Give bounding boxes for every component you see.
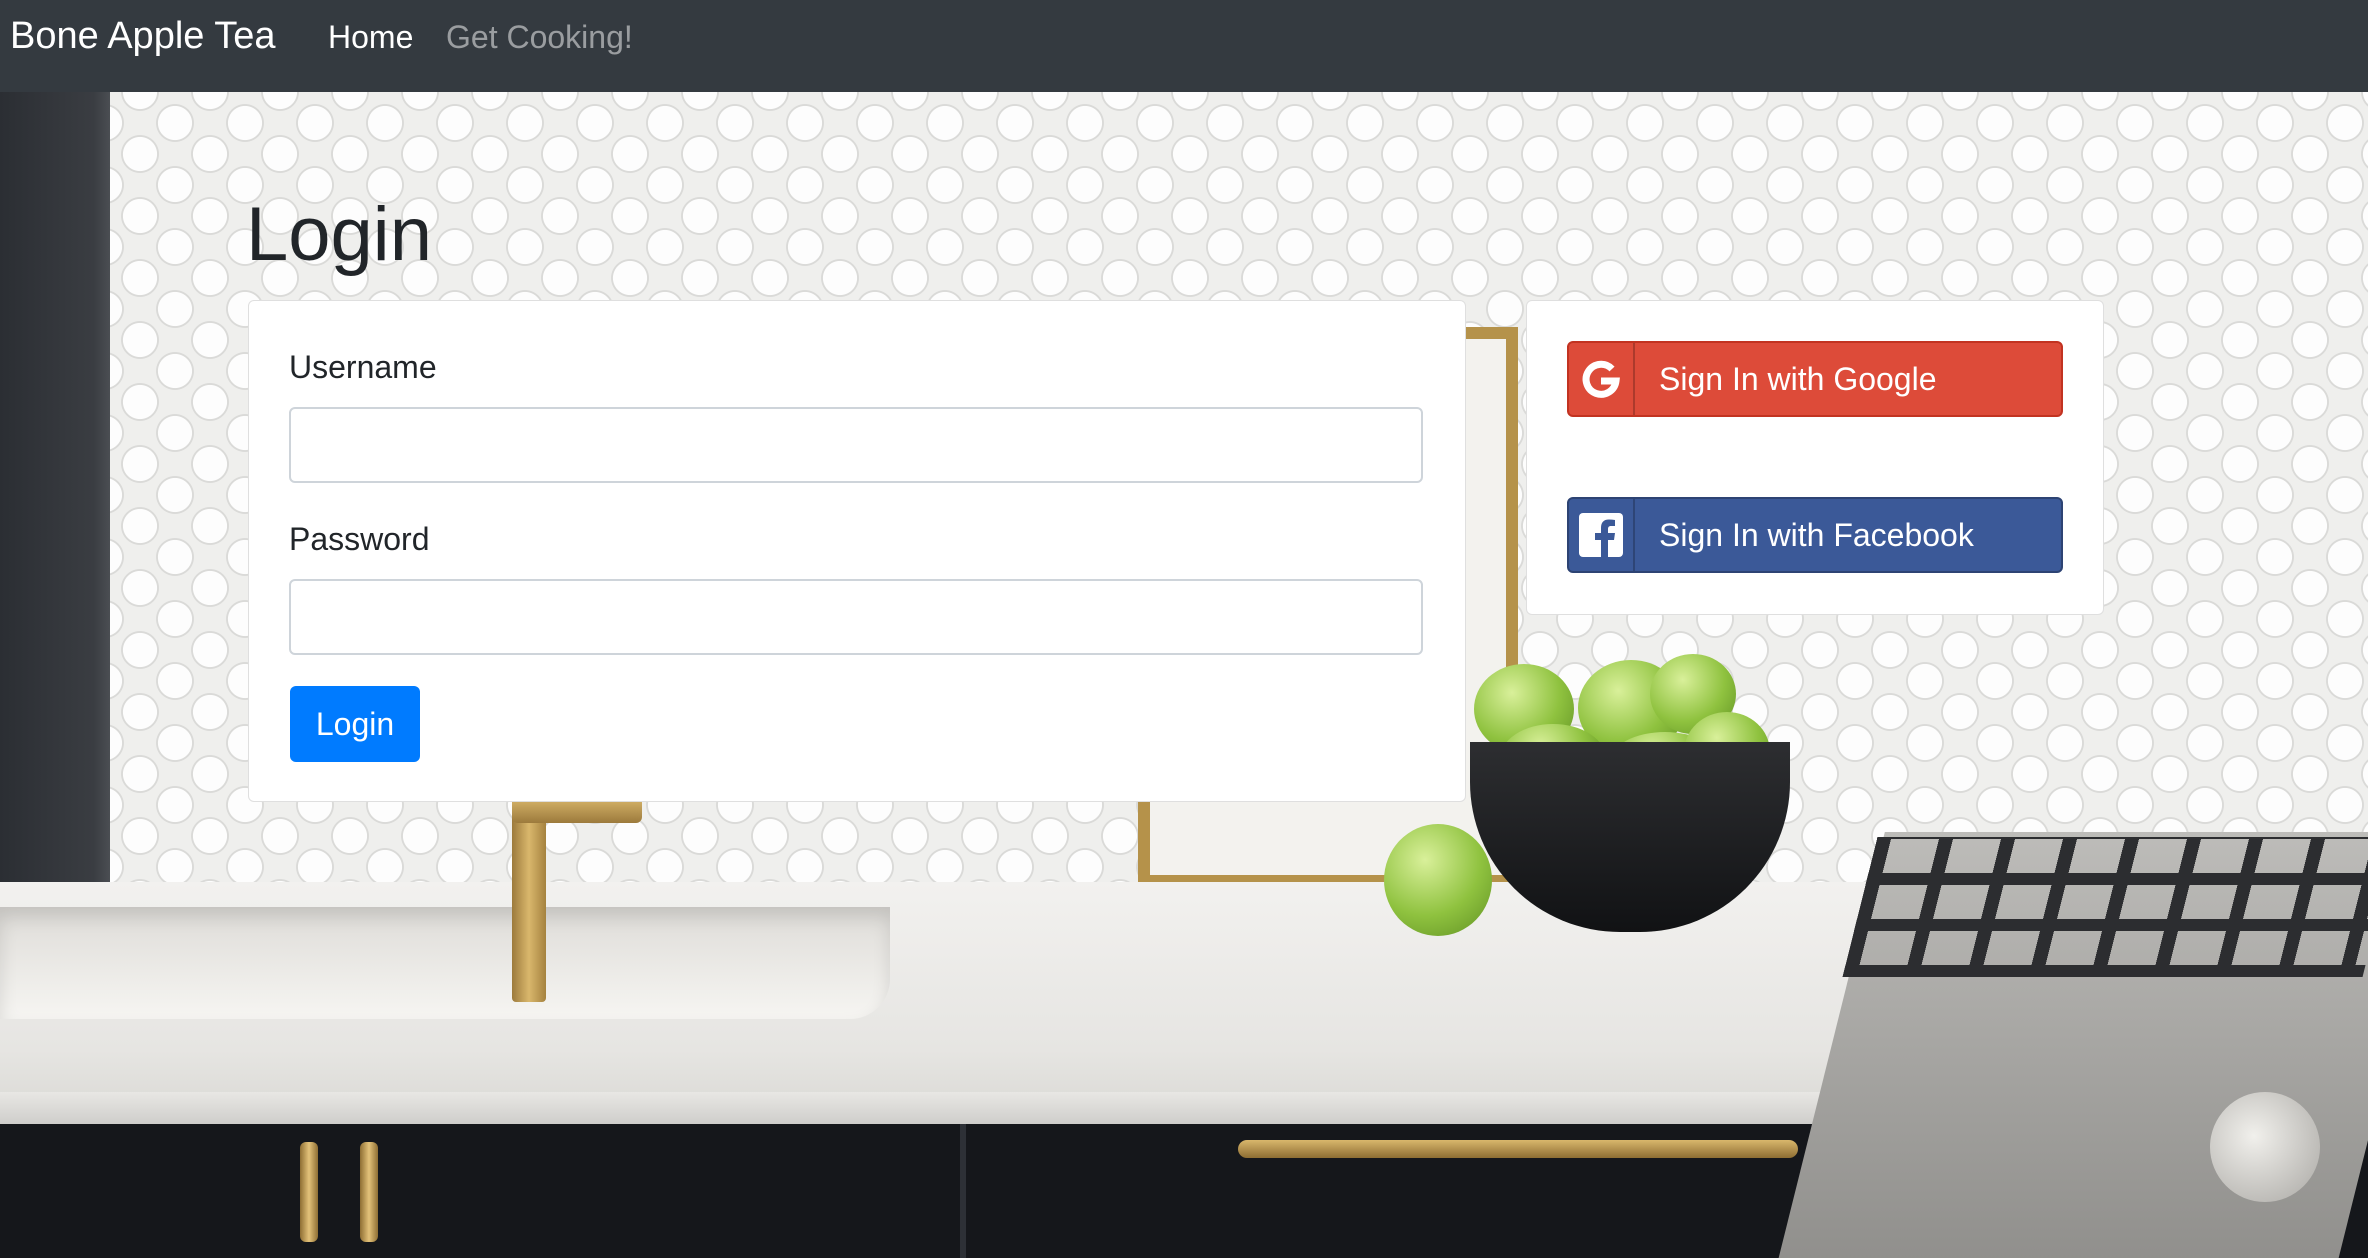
sink-basin: [0, 907, 890, 1019]
google-signin-label: Sign In with Google: [1659, 361, 1937, 397]
brand-link[interactable]: Bone Apple Tea: [10, 14, 276, 58]
cabinet-divider: [960, 1124, 966, 1258]
social-signin-card: Sign In with Google Sign In with Faceboo…: [1526, 300, 2104, 615]
apple: [1384, 824, 1492, 936]
username-input[interactable]: [289, 407, 1423, 483]
dark-cabinet-side: [0, 92, 110, 922]
facebook-f-icon: [1569, 499, 1635, 571]
login-button[interactable]: Login: [290, 686, 420, 762]
drawer-handle: [1238, 1140, 1798, 1158]
top-navbar: Bone Apple Tea Home Get Cooking!: [0, 0, 2368, 92]
facebook-signin-button[interactable]: Sign In with Facebook: [1567, 497, 2063, 573]
stove-grate: [1842, 837, 2368, 977]
login-form-card: Username Password Login: [248, 300, 1466, 802]
nav-link-home[interactable]: Home: [328, 17, 413, 57]
cabinet-handle-left: [300, 1142, 318, 1242]
google-signin-button[interactable]: Sign In with Google: [1567, 341, 2063, 417]
password-input[interactable]: [289, 579, 1423, 655]
facebook-signin-label: Sign In with Facebook: [1659, 517, 1974, 553]
faucet: [512, 792, 546, 1002]
password-label: Password: [289, 521, 430, 557]
cabinet-handle-right: [360, 1142, 378, 1242]
username-label: Username: [289, 349, 437, 385]
nav-link-get-cooking[interactable]: Get Cooking!: [446, 17, 633, 57]
stove-knob: [2210, 1092, 2320, 1202]
google-g-icon: [1569, 343, 1635, 415]
page-title: Login: [246, 192, 432, 277]
